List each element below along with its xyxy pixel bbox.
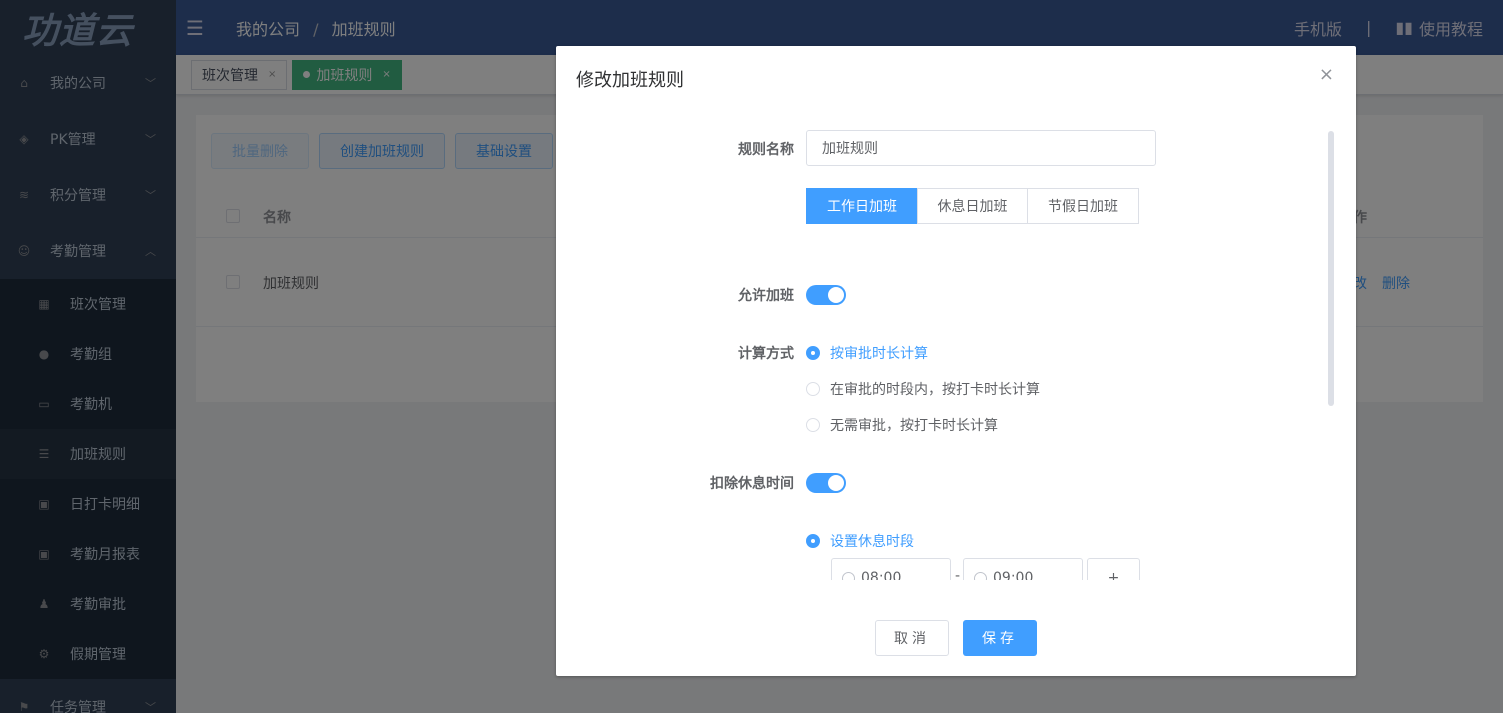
calc-radio-period[interactable]: 在审批的时段内，按打卡时长计算 [806, 379, 1040, 399]
start-time-value: 08:00 [861, 570, 902, 580]
edit-rule-dialog: 修改加班规则 × 规则名称 加班规则 工作日加班 休息日加班 节假日加班 允许加… [556, 46, 1356, 676]
radio-dot [806, 382, 820, 396]
allow-overtime-switch[interactable] [806, 285, 846, 305]
allow-overtime-label: 允许加班 [738, 288, 794, 304]
rest-period-radio[interactable]: 设置休息时段 [806, 531, 914, 551]
tab-workday[interactable]: 工作日加班 [806, 188, 918, 224]
radio-label: 无需审批，按打卡时长计算 [830, 418, 998, 434]
radio-label: 设置休息时段 [830, 534, 914, 550]
radio-label: 在审批的时段内，按打卡时长计算 [830, 382, 1040, 398]
day-type-tabs: 工作日加班 休息日加班 节假日加班 [806, 188, 1139, 224]
deduct-rest-label: 扣除休息时间 [710, 476, 794, 492]
rule-name-label: 规则名称 [738, 142, 794, 158]
end-time-picker[interactable]: 09:00 [963, 558, 1083, 580]
tab-restday[interactable]: 休息日加班 [917, 188, 1028, 224]
calc-radio-noapproval[interactable]: 无需审批，按打卡时长计算 [806, 415, 998, 435]
clock-icon [842, 571, 855, 580]
dialog-body: 规则名称 加班规则 工作日加班 休息日加班 节假日加班 允许加班 计算方式 按审… [556, 46, 1356, 580]
radio-dot [806, 418, 820, 432]
calc-method-label: 计算方式 [738, 346, 794, 362]
calc-radio-approval[interactable]: 按审批时长计算 [806, 343, 928, 363]
radio-label: 按审批时长计算 [830, 346, 928, 362]
rule-name-input[interactable]: 加班规则 [806, 130, 1156, 166]
radio-dot [806, 534, 820, 548]
radio-dot [806, 346, 820, 360]
end-time-value: 09:00 [993, 570, 1034, 580]
clock-icon [974, 571, 987, 580]
time-separator: - [955, 568, 961, 580]
cancel-button[interactable]: 取消 [875, 620, 949, 656]
tab-holiday[interactable]: 节假日加班 [1027, 188, 1139, 224]
save-button[interactable]: 保存 [963, 620, 1037, 656]
deduct-rest-switch[interactable] [806, 473, 846, 493]
add-period-button[interactable]: + [1087, 558, 1140, 580]
start-time-picker[interactable]: 08:00 [831, 558, 951, 580]
